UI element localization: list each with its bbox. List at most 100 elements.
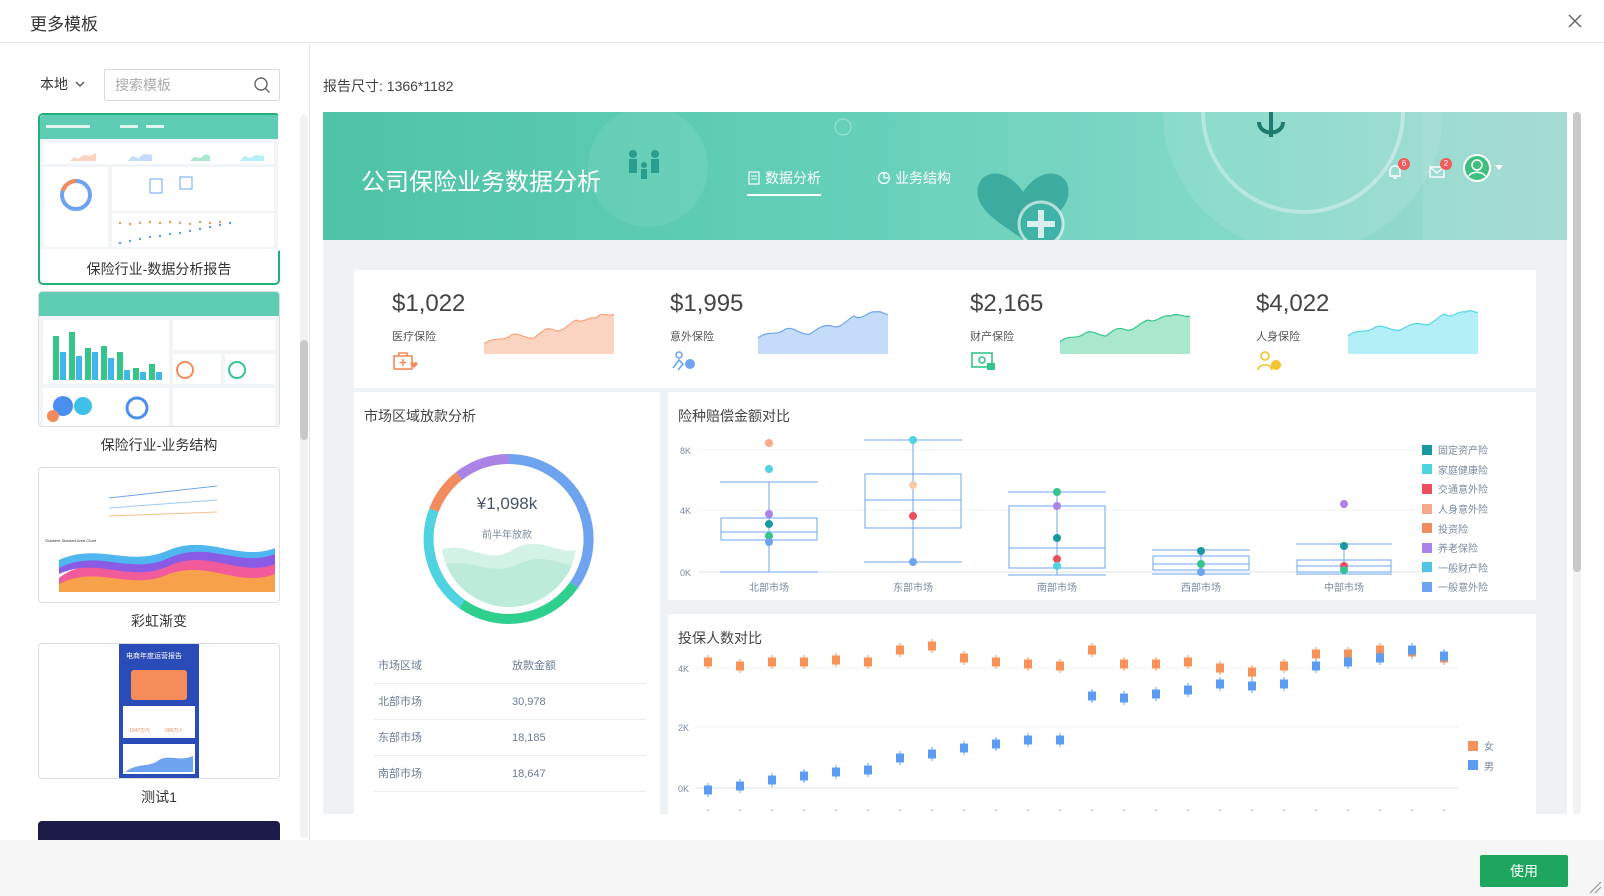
use-button[interactable]: 使用 — [1480, 855, 1568, 887]
legend-item[interactable]: 一般意外险 — [1422, 577, 1488, 597]
scatter-chart: 4K 2K 0K — [678, 639, 1458, 811]
kpi-value: $1,995 — [670, 290, 744, 317]
template-search — [104, 69, 280, 101]
table-cell: 南部市场 — [378, 768, 422, 780]
legend-item[interactable]: 养老保险 — [1422, 538, 1488, 558]
template-card[interactable]: 保险行业-业务结构 — [38, 291, 280, 455]
mail-button[interactable]: 2 — [1429, 158, 1452, 185]
template-search-input[interactable] — [105, 70, 245, 100]
kpi-label: 医疗保险 — [392, 331, 436, 343]
legend-item[interactable]: 固定资产险 — [1422, 440, 1488, 460]
pie-icon — [877, 171, 891, 185]
chevron-down-icon — [75, 81, 85, 87]
template-sidebar: 本地 搜索模板 保险行业-数据分析报告 保险行业-业务结构 Gradient S… — [0, 43, 310, 840]
source-select[interactable]: 本地 — [40, 74, 86, 94]
kpi-sparkline — [758, 310, 888, 354]
mail-count: 2 — [1440, 158, 1452, 170]
template-card-partial[interactable] — [38, 821, 280, 840]
series-male — [704, 643, 1448, 797]
scatter-point — [832, 767, 840, 777]
x-tick: 北部市场 — [749, 581, 789, 594]
table-row: 东部市场 18,185 — [374, 720, 646, 756]
scatter-point — [1024, 735, 1032, 745]
boxplot-legend: 固定资产险 家庭健康险 交通意外险 人身意外险 投资险 养老保险 一般财产险 一… — [1422, 440, 1488, 597]
person-shield-icon — [1257, 351, 1281, 371]
template-thumbnail — [40, 115, 282, 251]
legend-item[interactable]: 女 — [1468, 736, 1494, 756]
tab-business-structure[interactable]: 业务结构 — [877, 168, 951, 188]
scatter-point — [928, 749, 936, 759]
legend-label: 交通意外险 — [1438, 485, 1488, 497]
close-icon[interactable] — [1566, 12, 1584, 30]
kpi-label: 财产保险 — [970, 331, 1014, 343]
scatter-point — [992, 739, 1000, 749]
donut-value: ¥1,098k — [476, 494, 538, 513]
user-menu[interactable] — [1463, 154, 1503, 182]
preview-scrollbar[interactable] — [1573, 112, 1581, 814]
scatter-point — [832, 655, 840, 665]
scatter-point — [1120, 659, 1128, 669]
legend-item[interactable]: 人身意外险 — [1422, 499, 1488, 519]
thumb-title: 电商年度运营报告 — [126, 651, 182, 660]
legend-item[interactable]: 投资险 — [1422, 518, 1488, 538]
tab-label: 数据分析 — [765, 170, 821, 186]
kpi-label: 意外保险 — [670, 331, 714, 343]
resize-handle-icon[interactable] — [1586, 878, 1602, 894]
y-tick: 4K — [678, 664, 689, 674]
scatter-point — [704, 657, 712, 667]
market-table: 市场区域 放款金额 北部市场 30,978 东部市场 18,185 南部市场 1… — [374, 648, 646, 792]
thumb-value-1: 1547万元 — [129, 728, 150, 734]
kpi-value: $4,022 — [1256, 290, 1330, 317]
scatter-point — [736, 661, 744, 671]
scatter-point — [704, 785, 712, 795]
sidebar-scrollbar[interactable] — [300, 115, 308, 838]
legend-label: 家庭健康险 — [1438, 465, 1488, 477]
report-size: 报告尺寸: 1366*1182 — [323, 78, 454, 94]
legend-item[interactable]: 家庭健康险 — [1422, 460, 1488, 480]
legend-label: 一般财产险 — [1438, 563, 1488, 575]
scatter-point — [1056, 661, 1064, 671]
scatter-point — [864, 765, 872, 775]
scatter-point — [1280, 661, 1288, 671]
kpi-sparkline — [484, 313, 614, 354]
template-thumbnail: 电商年度运营报告 1547万元 996万人 — [38, 643, 280, 779]
scatter-point — [800, 771, 808, 781]
kpi-card: $1,995 意外保险 — [632, 270, 912, 388]
thumb-value-2: 996万人 — [165, 728, 183, 734]
y-tick: 2K — [678, 723, 689, 733]
scatter-point — [1056, 735, 1064, 745]
legend-item[interactable]: 一般财产险 — [1422, 558, 1488, 578]
scatter-point — [1216, 663, 1224, 673]
table-row: 南部市场 18,647 — [374, 756, 646, 792]
template-list: 保险行业-数据分析报告 保险行业-业务结构 Gradient Stacked A… — [38, 113, 283, 840]
table-cell: 北部市场 — [378, 696, 422, 708]
scatter-point — [1216, 679, 1224, 689]
panel-title: 市场区域放款分析 — [364, 408, 476, 424]
tab-data-analysis[interactable]: 数据分析 — [747, 168, 821, 196]
claims-boxplot-panel: 险种赔偿金额对比 8K 4K 0K 北部市场 东部市场 南部市场 西部市场 中部… — [668, 392, 1536, 600]
scatter-point — [1088, 645, 1096, 655]
legend-label: 一般意外险 — [1438, 583, 1488, 595]
scatter-point — [960, 653, 968, 663]
column-header: 放款金额 — [512, 660, 556, 672]
template-card[interactable]: 保险行业-数据分析报告 — [38, 113, 282, 285]
template-name: 彩虹渐变 — [131, 613, 187, 629]
thumb-subtitle: Gradient Stacked Area Chart — [45, 538, 97, 543]
table-header: 市场区域 放款金额 — [374, 648, 646, 684]
preview-header: 公司保险业务数据分析 数据分析 业务结构 6 2 — [323, 112, 1567, 240]
legend-item[interactable]: 男 — [1468, 756, 1494, 776]
template-card[interactable]: 电商年度运营报告 1547万元 996万人 测试1 — [38, 643, 280, 807]
notification-bell[interactable]: 6 — [1387, 158, 1410, 185]
scatter-point — [1184, 685, 1192, 695]
scatter-point — [1248, 681, 1256, 691]
search-icon[interactable] — [253, 76, 271, 94]
kpi-card: $2,165 财产保险 — [932, 270, 1212, 388]
family-icon — [629, 150, 659, 179]
y-tick: 0K — [680, 568, 691, 578]
x-tick: 东部市场 — [893, 581, 933, 594]
template-card[interactable]: Gradient Stacked Area Chart 彩虹渐变 — [38, 467, 280, 631]
legend-item[interactable]: 交通意外险 — [1422, 479, 1488, 499]
scatter-point — [768, 775, 776, 785]
tab-label: 业务结构 — [895, 170, 951, 186]
scatter-point — [768, 657, 776, 667]
